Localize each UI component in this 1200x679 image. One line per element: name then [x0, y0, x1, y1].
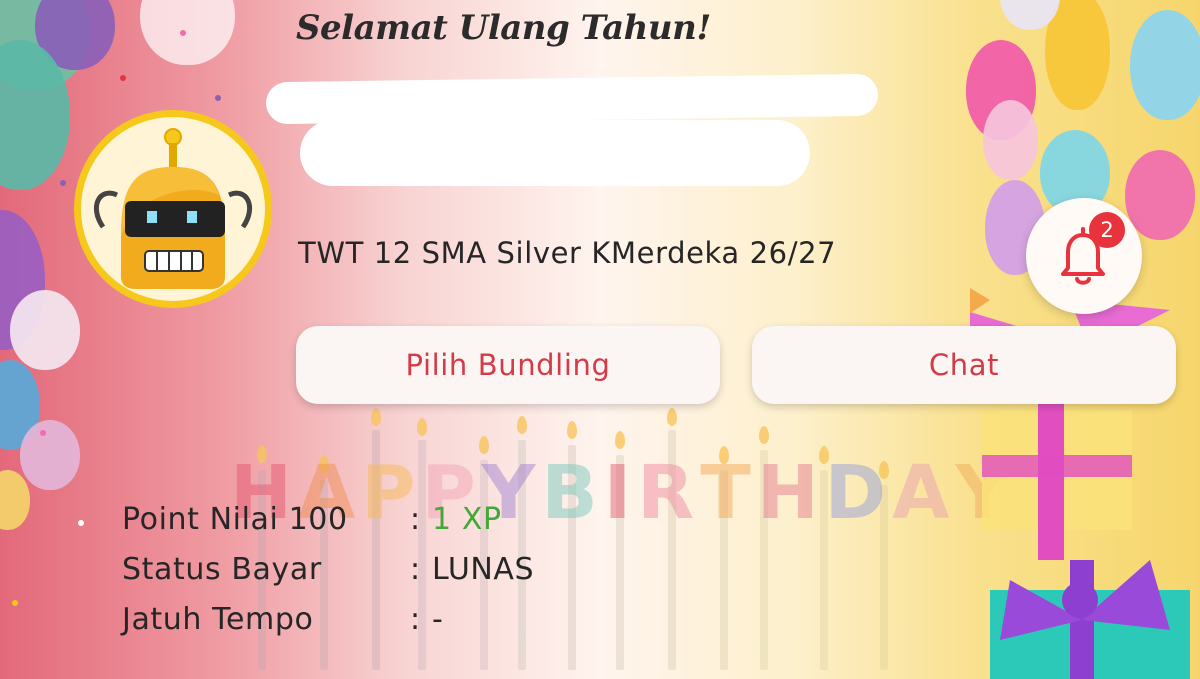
chat-button[interactable]: Chat	[752, 326, 1176, 404]
info-separator: :	[410, 502, 421, 537]
birthday-letter: D	[824, 450, 893, 536]
confetti-decoration	[78, 520, 84, 526]
info-label: Status Bayar	[122, 552, 322, 587]
pilih-bundling-button[interactable]: Pilih Bundling	[296, 326, 720, 404]
confetti-decoration	[215, 95, 221, 101]
redacted-student-name	[265, 73, 879, 125]
info-label: Point Nilai 100	[122, 502, 348, 537]
confetti-decoration	[120, 75, 126, 81]
info-separator: :	[410, 602, 421, 637]
due-date-value: -	[432, 602, 444, 637]
confetti-decoration	[12, 600, 18, 606]
info-separator: :	[410, 552, 421, 587]
balloon-decoration	[140, 0, 235, 65]
balloon-decoration	[0, 470, 30, 530]
flame-decoration	[517, 416, 527, 434]
redacted-student-id	[300, 120, 810, 186]
birthday-letter: H	[756, 450, 825, 536]
flame-decoration	[567, 421, 577, 439]
robot-avatar	[74, 110, 272, 308]
birthday-letter: A	[892, 450, 956, 536]
robot-avatar-icon	[93, 128, 253, 289]
confetti-decoration	[60, 180, 66, 186]
info-row-status: Status Bayar: LUNAS	[122, 552, 534, 587]
info-label: Jatuh Tempo	[122, 602, 314, 637]
info-row-due-date: Jatuh Tempo: -	[122, 602, 443, 637]
balloon-decoration	[20, 420, 80, 490]
class-package-name: TWT 12 SMA Silver KMerdeka 26/27	[298, 236, 837, 270]
balloon-decoration	[10, 290, 80, 370]
notification-button[interactable]	[1026, 198, 1142, 314]
birthday-greeting: Selamat Ulang Tahun!	[296, 8, 711, 48]
confetti-decoration	[40, 430, 46, 436]
bell-icon	[1061, 227, 1105, 285]
confetti-decoration	[180, 30, 186, 36]
flame-decoration	[417, 418, 427, 436]
flame-decoration	[371, 408, 381, 426]
birthday-letter: R	[637, 450, 701, 536]
payment-status-value: LUNAS	[432, 552, 535, 587]
flame-decoration	[759, 426, 769, 444]
notification-count-badge: 2	[1089, 212, 1125, 248]
info-row-point: Point Nilai 100:1 XP	[122, 502, 502, 537]
flame-decoration	[615, 431, 625, 449]
point-value: 1 XP	[432, 502, 502, 537]
birthday-letter: T	[700, 450, 757, 536]
flame-decoration	[667, 408, 677, 426]
birthday-letter: I	[603, 450, 638, 536]
birthday-letter: B	[541, 450, 604, 536]
